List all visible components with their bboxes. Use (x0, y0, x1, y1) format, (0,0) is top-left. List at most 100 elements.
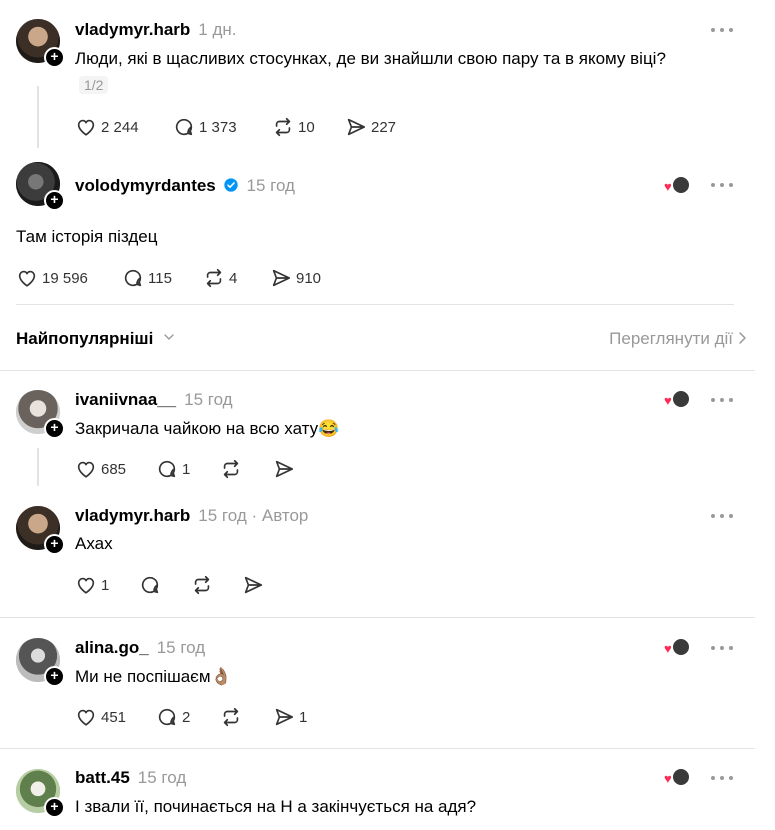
liked-by-indicator[interactable]: ♥ (664, 638, 690, 658)
follow-plus-icon[interactable]: + (44, 534, 65, 555)
liked-by-indicator[interactable]: ♥ (664, 390, 690, 410)
follow-plus-icon[interactable]: + (44, 666, 65, 687)
username[interactable]: vladymyr.harb (75, 506, 190, 525)
thread-pager: 1/2 (79, 76, 109, 94)
comment-count: 1 (182, 460, 191, 478)
post-time[interactable]: 15 год (138, 768, 186, 787)
more-icon[interactable] (711, 28, 733, 34)
mini-avatar (672, 638, 690, 656)
share-icon (272, 269, 291, 287)
like-button[interactable]: 685 (75, 457, 126, 481)
post-time[interactable]: 1 дн. (198, 20, 236, 39)
like-count: 451 (101, 708, 127, 726)
heart-icon (77, 461, 95, 478)
reply-text: Закричала чайкою на всю хату😂 (75, 419, 340, 438)
comment-button[interactable]: 1 (156, 457, 190, 481)
view-activity-link[interactable]: Переглянути дії (609, 329, 733, 349)
repost-icon (223, 459, 239, 479)
reply-text: Ми не поспішаєм👌🏽 (75, 667, 232, 686)
avatar[interactable]: + (16, 638, 65, 687)
repost-button[interactable] (220, 457, 242, 481)
comment-count: 2 (182, 708, 191, 726)
comment-button[interactable]: 1 373 (173, 115, 237, 139)
comment-button[interactable]: 2 (156, 705, 190, 729)
chevron-right-icon[interactable] (735, 330, 749, 346)
share-button[interactable]: 1 (273, 705, 307, 729)
reply-ivaniivnaa: + ivaniivnaa__ 15 год ♥ Закричала чайкою … (0, 370, 775, 488)
divider (16, 304, 734, 305)
share-button[interactable] (242, 573, 264, 597)
more-icon[interactable] (711, 398, 733, 404)
post-time[interactable]: 15 год (247, 176, 295, 195)
more-icon[interactable] (711, 776, 733, 782)
share-button[interactable] (273, 457, 295, 481)
follow-plus-icon[interactable]: + (44, 47, 65, 68)
repost-button[interactable] (191, 573, 213, 597)
reply-text: І звали її, починається на Н а закінчуєт… (75, 797, 477, 816)
share-button[interactable]: 910 (270, 266, 321, 290)
post-time[interactable]: 15 год (184, 390, 232, 409)
post-time[interactable]: 15 год (157, 638, 205, 657)
username[interactable]: ivaniivnaa__ (75, 390, 176, 409)
username[interactable]: volodymyrdantes (75, 176, 216, 195)
reply-batt-45: + batt.45 15 год ♥ І звали її, починаєтьс… (0, 749, 775, 830)
avatar[interactable]: + (16, 19, 65, 68)
comment-button[interactable]: 115 (122, 266, 172, 290)
heart-icon (77, 119, 95, 136)
avatar[interactable]: + (16, 162, 65, 211)
repost-icon (194, 575, 210, 595)
like-button[interactable]: 19 596 (16, 266, 88, 290)
post-vladymyr-harb: + vladymyr.harb 1 дн. Люди, які в щасливи… (0, 0, 775, 150)
comment-icon (141, 576, 159, 594)
more-icon[interactable] (711, 646, 733, 652)
sort-bar: Найпопулярніші Переглянути дії (0, 322, 775, 356)
repost-icon (275, 117, 291, 137)
like-button[interactable]: 2 244 (75, 115, 139, 139)
username[interactable]: batt.45 (75, 768, 130, 787)
sort-dropdown[interactable]: Найпопулярніші (16, 329, 153, 349)
heart-icon (77, 709, 95, 726)
follow-plus-icon[interactable]: + (44, 418, 65, 439)
comment-button[interactable] (139, 573, 161, 597)
heart-icon (18, 270, 36, 287)
like-button[interactable]: 451 (75, 705, 126, 729)
username[interactable]: vladymyr.harb (75, 20, 190, 39)
reply-actions: 1 (75, 573, 375, 597)
repost-button[interactable]: 10 (272, 115, 315, 139)
post-text: Там історія піздец (16, 227, 158, 246)
comment-count: 115 (148, 269, 172, 287)
mini-avatar (672, 768, 690, 786)
share-count: 1 (299, 708, 308, 726)
verified-icon (223, 178, 238, 192)
liked-by-indicator[interactable]: ♥ (664, 768, 690, 788)
repost-button[interactable] (220, 705, 242, 729)
share-button[interactable]: 227 (345, 115, 396, 139)
repost-button[interactable]: 4 (203, 266, 237, 290)
share-icon (275, 460, 294, 478)
follow-plus-icon[interactable]: + (44, 797, 65, 818)
post-time[interactable]: 15 год (198, 506, 246, 525)
heart-icon: ♥ (664, 771, 672, 786)
repost-count: 4 (229, 269, 238, 287)
reply-text: Ахах (75, 534, 113, 553)
like-button[interactable]: 1 (75, 573, 109, 597)
more-icon[interactable] (711, 183, 733, 189)
avatar[interactable]: + (16, 769, 65, 818)
liked-by-indicator[interactable]: ♥ (664, 176, 690, 196)
like-count: 1 (101, 576, 110, 594)
username[interactable]: alina.go_ (75, 638, 149, 657)
like-count: 19 596 (42, 269, 88, 287)
share-icon (275, 708, 294, 726)
avatar[interactable]: + (16, 390, 65, 439)
share-icon (347, 118, 366, 136)
chevron-down-icon[interactable] (162, 330, 176, 344)
share-count: 227 (371, 118, 397, 136)
follow-plus-icon[interactable]: + (44, 190, 65, 211)
avatar[interactable]: + (16, 506, 65, 555)
heart-icon: ♥ (664, 393, 672, 408)
post-text-body: Люди, які в щасливих стосунках, де ви зн… (75, 49, 666, 68)
more-icon[interactable] (711, 514, 733, 520)
comment-icon (158, 460, 176, 478)
comment-count: 1 373 (199, 118, 237, 136)
thread-line (37, 86, 39, 148)
